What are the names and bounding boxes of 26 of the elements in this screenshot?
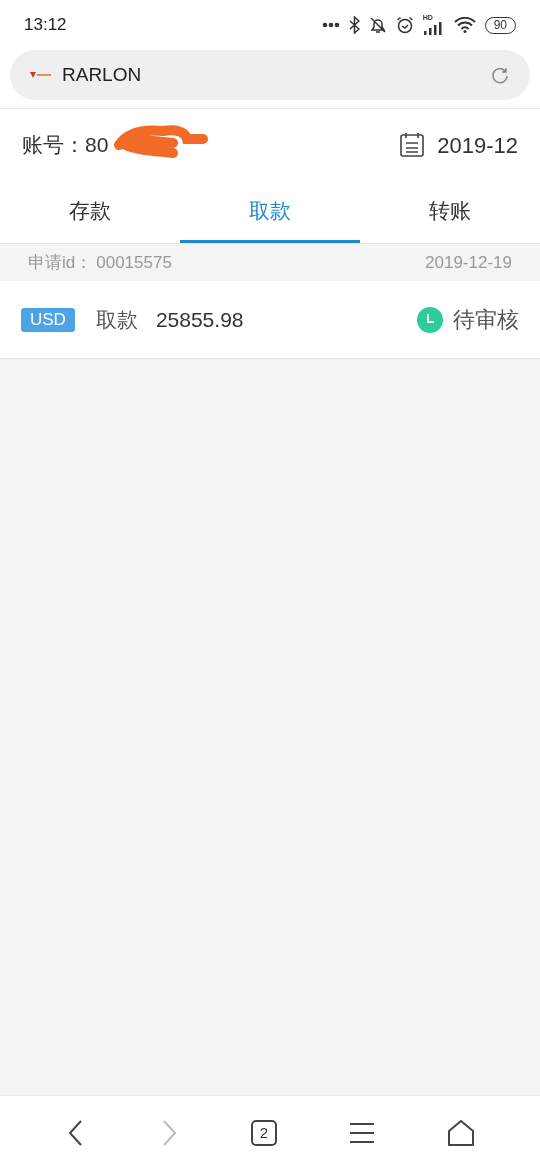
account-number: 80	[85, 133, 109, 157]
muted-bell-icon	[368, 16, 387, 34]
more-dots-icon	[321, 22, 340, 28]
amount: 25855.98	[155, 306, 244, 333]
account-label: 账号：	[22, 132, 85, 159]
wifi-icon	[453, 17, 476, 33]
address-bar[interactable]: RARLON	[10, 50, 530, 100]
tab[interactable]: 存款	[0, 181, 180, 243]
site-name: RARLON	[62, 62, 142, 87]
home-icon[interactable]	[447, 1120, 474, 1146]
calendar-icon[interactable]	[399, 132, 426, 158]
status-time: 13:12	[24, 14, 67, 37]
alarm-icon	[395, 16, 414, 34]
tab-count-button[interactable]: 2	[250, 1120, 277, 1146]
transaction-type: 取款	[95, 306, 138, 333]
request-date: 2019-12-19	[425, 251, 512, 274]
menu-icon[interactable]	[349, 1121, 376, 1145]
tab[interactable]: 转账	[360, 181, 540, 243]
currency-badge: USD	[21, 307, 75, 332]
reload-icon[interactable]	[490, 65, 510, 85]
request-id-label: 申请id：	[28, 251, 93, 274]
request-id: 00015575	[96, 251, 172, 274]
status-label: 待审核	[453, 306, 519, 334]
site-logo-icon	[30, 71, 52, 79]
bluetooth-icon	[348, 16, 360, 34]
period-label[interactable]: 2019-12	[437, 128, 518, 162]
